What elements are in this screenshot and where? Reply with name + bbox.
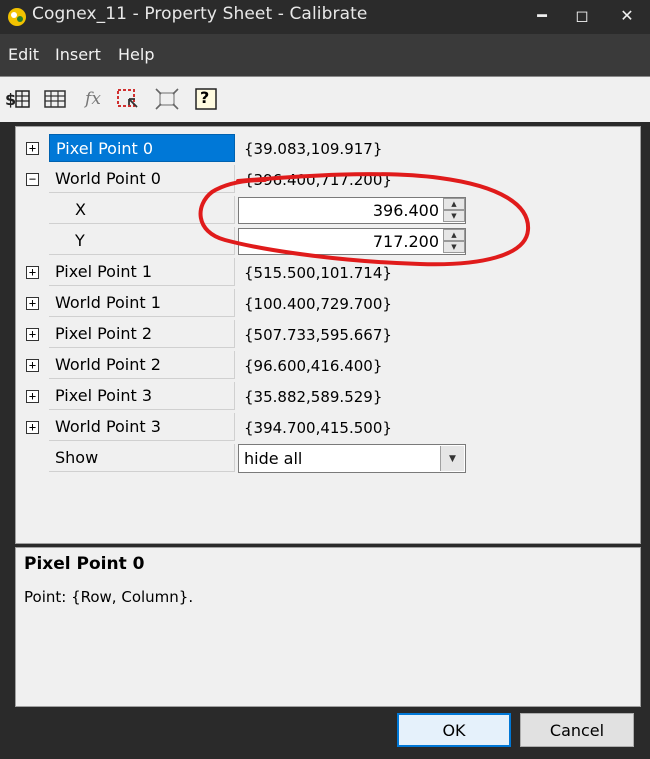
property-row: − World Point 0 {396.400,717.200} — [16, 163, 640, 194]
help-icon[interactable]: ? — [193, 86, 219, 112]
expand-icon[interactable]: + — [26, 297, 39, 310]
property-row: Show hide all ▼ — [16, 442, 640, 473]
property-value[interactable]: {35.882,589.529} — [238, 382, 638, 410]
property-grid: + Pixel Point 0 {39.083,109.917} − World… — [15, 126, 641, 544]
spin-down-icon[interactable]: ▼ — [443, 241, 465, 253]
minimize-icon: ━ — [537, 5, 547, 25]
property-row: + Pixel Point 0 {39.083,109.917} — [16, 132, 640, 163]
property-row: + Pixel Point 1 {515.500,101.714} — [16, 256, 640, 287]
spin-up-icon[interactable]: ▲ — [443, 198, 465, 210]
property-row: + World Point 3 {394.700,415.500} — [16, 411, 640, 442]
menu-edit[interactable]: Edit — [8, 45, 39, 64]
window-title: Cognex_11 - Property Sheet - Calibrate — [32, 4, 368, 24]
x-spinner: ▲ ▼ — [443, 198, 465, 223]
property-name[interactable]: Show — [49, 444, 235, 472]
property-row: Y 717.200 ▲ ▼ — [16, 225, 640, 256]
property-value[interactable]: {394.700,415.500} — [238, 413, 638, 441]
toolbar: $ fx ? — [0, 76, 650, 122]
property-value[interactable]: {96.600,416.400} — [238, 351, 638, 379]
title-bar: Cognex_11 - Property Sheet - Calibrate ━… — [0, 0, 650, 34]
property-value[interactable]: {515.500,101.714} — [238, 258, 638, 286]
property-value[interactable]: {507.733,595.667} — [238, 320, 638, 348]
property-row: + World Point 1 {100.400,729.700} — [16, 287, 640, 318]
help-icon-label: ? — [200, 88, 210, 107]
expand-icon[interactable]: + — [26, 266, 39, 279]
fx-icon-label: fx — [85, 89, 101, 109]
property-value[interactable]: {39.083,109.917} — [238, 134, 638, 162]
y-input[interactable]: 717.200 — [238, 228, 466, 255]
app-icon — [8, 8, 26, 26]
fit-icon[interactable] — [154, 86, 180, 112]
minimize-button[interactable]: ━ — [520, 0, 564, 30]
property-name[interactable]: Pixel Point 0 — [49, 134, 235, 162]
property-row: X 396.400 ▲ ▼ — [16, 194, 640, 225]
show-select[interactable]: hide all ▼ — [238, 444, 466, 473]
grid-icon[interactable] — [42, 86, 68, 112]
dollar-grid-icon[interactable]: $ — [5, 86, 31, 112]
menu-bar: Edit Insert Help — [0, 34, 650, 76]
expand-icon[interactable]: + — [26, 328, 39, 341]
show-select-value: hide all — [244, 449, 303, 468]
expand-icon[interactable]: + — [26, 390, 39, 403]
y-spinner: ▲ ▼ — [443, 229, 465, 254]
property-name[interactable]: Pixel Point 1 — [49, 258, 235, 286]
description-text: Point: {Row, Column}. — [24, 588, 194, 606]
close-icon: ✕ — [620, 5, 634, 25]
menu-insert[interactable]: Insert — [55, 45, 101, 64]
description-panel: Pixel Point 0 Point: {Row, Column}. — [15, 547, 641, 707]
property-name[interactable]: Pixel Point 2 — [49, 320, 235, 348]
x-input[interactable]: 396.400 — [238, 197, 466, 224]
property-row: + Pixel Point 2 {507.733,595.667} — [16, 318, 640, 349]
expand-icon[interactable]: + — [26, 142, 39, 155]
property-name[interactable]: World Point 1 — [49, 289, 235, 317]
selection-icon[interactable] — [115, 86, 141, 112]
maximize-icon: ◻ — [575, 5, 589, 25]
spin-down-icon[interactable]: ▼ — [443, 210, 465, 222]
property-row: + Pixel Point 3 {35.882,589.529} — [16, 380, 640, 411]
dropdown-arrow-icon[interactable]: ▼ — [440, 446, 464, 471]
property-value[interactable]: {396.400,717.200} — [238, 165, 638, 193]
property-name[interactable]: World Point 2 — [49, 351, 235, 379]
svg-text:$: $ — [5, 90, 16, 109]
expand-icon[interactable]: + — [26, 421, 39, 434]
property-value[interactable]: {100.400,729.700} — [238, 289, 638, 317]
spin-up-icon[interactable]: ▲ — [443, 229, 465, 241]
collapse-icon[interactable]: − — [26, 173, 39, 186]
property-name[interactable]: World Point 0 — [49, 165, 235, 193]
ok-button[interactable]: OK — [397, 713, 511, 747]
property-name[interactable]: Pixel Point 3 — [49, 382, 235, 410]
property-row: + World Point 2 {96.600,416.400} — [16, 349, 640, 380]
menu-help[interactable]: Help — [118, 45, 154, 64]
expand-icon[interactable]: + — [26, 359, 39, 372]
description-title: Pixel Point 0 — [24, 554, 145, 574]
property-name[interactable]: World Point 3 — [49, 413, 235, 441]
close-button[interactable]: ✕ — [605, 0, 649, 30]
property-name[interactable]: Y — [49, 227, 235, 255]
property-name[interactable]: X — [49, 196, 235, 224]
fx-icon[interactable]: fx — [80, 86, 106, 112]
maximize-button[interactable]: ◻ — [560, 0, 604, 30]
cancel-button[interactable]: Cancel — [520, 713, 634, 747]
